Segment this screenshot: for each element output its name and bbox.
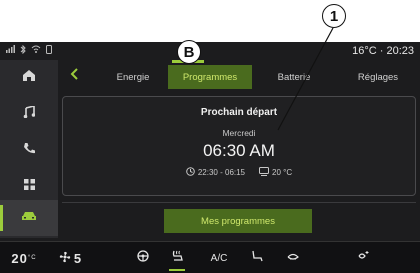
callout-b: B [177,40,201,64]
temperature-clock: 16°C · 20:23 [352,45,414,57]
charge-window-text: 22:30 - 06:15 [197,168,246,177]
ac-label: A/C [210,252,228,264]
sidebar-music[interactable] [0,96,58,132]
recirculation-icon [286,249,300,267]
sidebar-apps[interactable] [0,168,58,204]
tab-bar: Energie Programmes Batterie Réglages [58,62,420,90]
sidebar-vehicle[interactable] [0,200,58,236]
heated-seat-icon [171,249,184,267]
temperature-unit: °C [27,255,37,261]
cabin-temperature: 20 °C [259,167,292,178]
departure-details: 22:30 - 06:15 20 °C [63,167,415,178]
card-title: Prochain départ [200,107,278,118]
status-bar: 16°C · 20:23 [0,42,420,63]
seat-heat-level-2 [176,269,185,271]
seat-icon [251,249,263,267]
back-button[interactable] [64,65,84,87]
cabin-temperature-text: 20 °C [272,168,293,177]
tab-batterie[interactable]: Batterie [252,65,336,89]
divider [62,202,416,203]
wifi-icon [31,45,41,56]
recirculation-button[interactable] [280,242,306,273]
fan-icon [59,251,71,266]
tab-programmes[interactable]: Programmes [168,65,252,89]
phone-icon [23,141,35,159]
chevron-left-icon [70,67,78,85]
bluetooth-icon [20,44,26,56]
departure-day: Mercredi [222,128,256,138]
seat-back-heat-button[interactable] [244,242,270,273]
fan-auto-button[interactable] [350,242,376,273]
my-programs-button[interactable]: Mes programmes [164,209,312,233]
tab-energie[interactable]: Energie [98,65,168,89]
status-icons [6,44,52,56]
sidebar [0,60,58,238]
fan-sparkle-icon [356,249,370,267]
sidebar-home[interactable] [0,60,58,96]
next-departure-card[interactable]: Prochain départ Mercredi 06:30 AM 22:30 … [62,96,416,196]
seat-heat-level-1 [169,269,178,271]
signal-icon [6,45,15,56]
phone-status-icon [46,45,52,56]
temperature-value: 20 [11,250,28,266]
callout-1: 1 [322,4,346,28]
charge-window: 22:30 - 06:15 [186,167,245,178]
apps-grid-icon [23,177,35,195]
seat-heat-button[interactable] [164,242,190,273]
home-icon [22,69,36,87]
fan-speed-value: 5 [73,250,82,266]
steering-wheel-icon [137,249,149,267]
steering-heat-button[interactable] [130,242,156,273]
fan-speed[interactable]: 5 [50,242,90,273]
head-unit-screen: 16°C · 20:23 Energie Programmes Batterie… [0,42,420,273]
ac-button[interactable]: A/C [204,242,234,273]
departure-time: 06:30 AM [203,141,275,160]
climate-icon [259,167,270,178]
tab-reglages[interactable]: Réglages [336,65,420,89]
climate-bar: 20 °C 5 A/C [0,241,420,273]
sidebar-phone[interactable] [0,132,58,168]
temperature-setting[interactable]: 20 °C [4,242,44,273]
car-icon [21,209,37,227]
clock-icon [186,167,195,178]
music-icon [23,104,36,123]
